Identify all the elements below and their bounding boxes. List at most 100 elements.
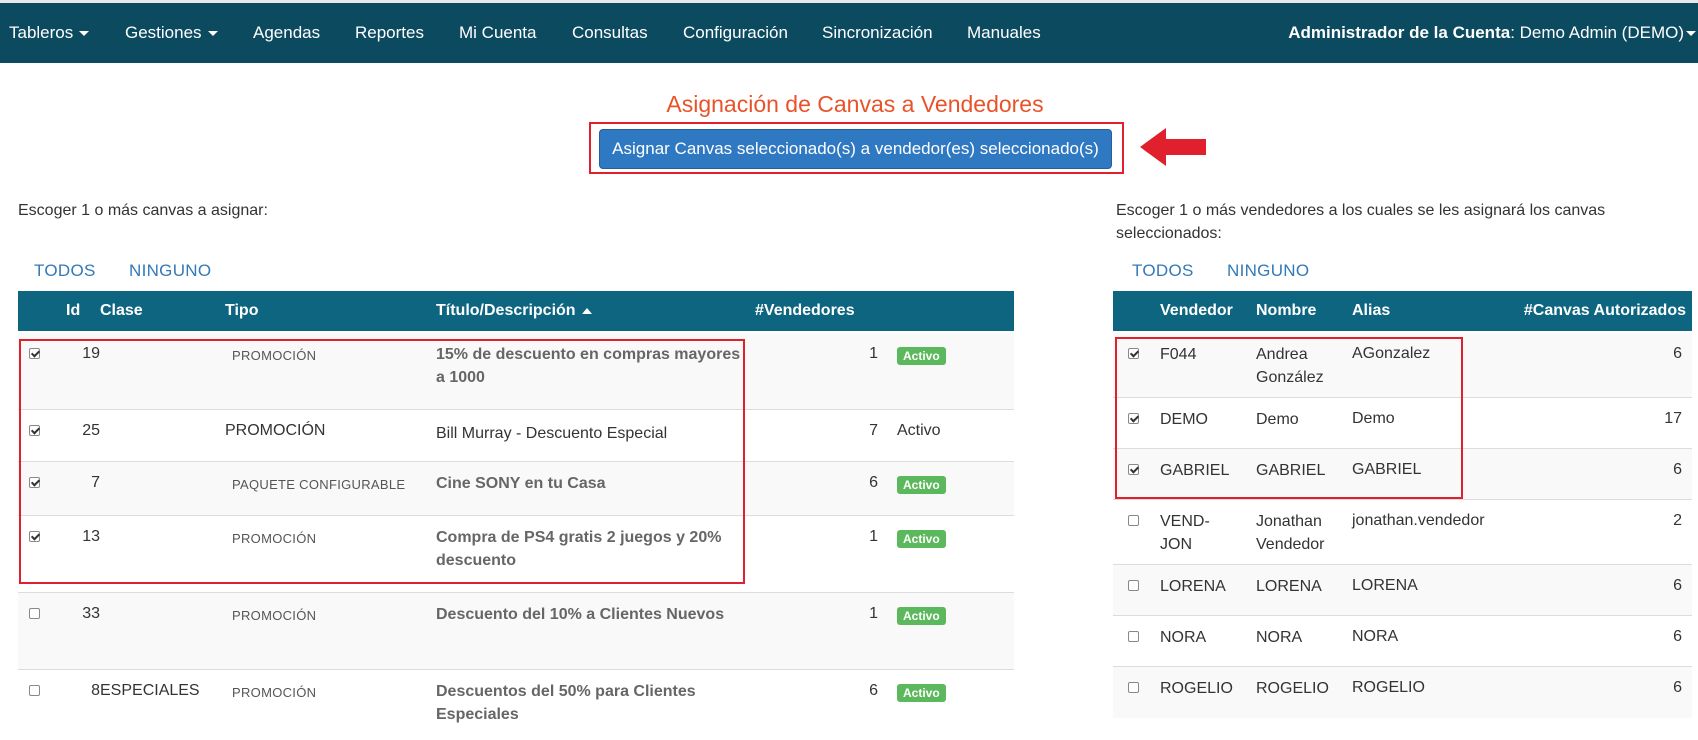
assign-canvas-button[interactable]: Asignar Canvas seleccionado(s) a vendedo… [599, 129, 1112, 169]
col-nombre[interactable]: Nombre [1256, 302, 1316, 320]
chevron-down-icon [1686, 31, 1696, 37]
nav-tableros[interactable]: Tableros [9, 23, 90, 43]
table-row[interactable]: 7 PAQUETE CONFIGURABLE Cine SONY en tu C… [18, 462, 1014, 516]
row-checkbox[interactable] [29, 477, 40, 488]
status-badge: Activo [897, 347, 946, 365]
col-id[interactable]: Id [66, 302, 80, 320]
canvas-vendedores-count: 7 [869, 422, 878, 439]
nav-gestiones[interactable]: Gestiones [125, 23, 218, 43]
vendor-name: Demo [1256, 411, 1299, 428]
table-row[interactable]: NORA NORA NORA 6 [1113, 616, 1692, 667]
nav-configuracion[interactable]: Configuración [683, 23, 788, 43]
vendor-alias: GABRIEL [1352, 461, 1422, 478]
canvas-vendedores-count: 6 [869, 682, 878, 699]
row-checkbox[interactable] [1128, 631, 1139, 642]
table-row[interactable]: LORENA LORENA LORENA 6 [1113, 565, 1692, 616]
canvas-id: 19 [82, 345, 100, 362]
col-titulo[interactable]: Título/Descripción [436, 302, 592, 320]
vendor-canvas-count: 6 [1673, 345, 1682, 362]
canvas-tipo: PROMOCIÓN [225, 422, 326, 439]
row-checkbox[interactable] [29, 685, 40, 696]
nav-reportes[interactable]: Reportes [355, 23, 424, 43]
vendor-alias: NORA [1352, 628, 1399, 645]
canvas-vendedores-count: 6 [869, 474, 878, 491]
canvas-select-all[interactable]: TODOS [34, 261, 96, 281]
table-row[interactable]: 19 PROMOCIÓN 15% de descuento en compras… [18, 333, 1014, 410]
col-tipo[interactable]: Tipo [225, 302, 258, 320]
canvas-select-none[interactable]: NINGUNO [129, 261, 211, 281]
canvas-titulo: Bill Murray - Descuento Especial [436, 425, 668, 442]
vendor-name: LORENA [1256, 578, 1322, 595]
nav-consultas[interactable]: Consultas [572, 23, 648, 43]
status-badge: Activo [897, 530, 946, 548]
col-alias[interactable]: Alias [1352, 302, 1390, 320]
nav-mi-cuenta[interactable]: Mi Cuenta [459, 23, 536, 43]
vendor-canvas-count: 6 [1673, 577, 1682, 594]
row-checkbox[interactable] [1128, 348, 1139, 359]
table-row[interactable]: 33 PROMOCIÓN Descuento del 10% a Cliente… [18, 593, 1014, 670]
row-checkbox[interactable] [29, 425, 40, 436]
vendor-code: VEND-JON [1160, 513, 1210, 553]
table-row[interactable]: 25 PROMOCIÓN Bill Murray - Descuento Esp… [18, 410, 1014, 462]
status-badge: Activo [897, 684, 946, 702]
canvas-tipo: PROMOCIÓN [232, 608, 317, 623]
row-checkbox[interactable] [1128, 580, 1139, 591]
nav-label: Tableros [9, 23, 74, 42]
canvas-titulo: 15% de descuento en compras mayores a 10… [436, 346, 741, 386]
vendor-canvas-count: 6 [1673, 628, 1682, 645]
chevron-down-icon [79, 31, 90, 37]
account-menu[interactable]: Administrador de la Cuenta: Demo Admin (… [1288, 23, 1696, 43]
canvas-id: 25 [82, 422, 100, 439]
table-row[interactable]: VEND-JON Jonathan Vendedor jonathan.vend… [1113, 500, 1692, 565]
col-clase[interactable]: Clase [100, 302, 143, 320]
canvas-id: 13 [82, 528, 100, 545]
vendor-alias: ROGELIO [1352, 679, 1425, 696]
row-checkbox[interactable] [1128, 413, 1139, 424]
row-checkbox[interactable] [1128, 682, 1139, 693]
canvas-titulo: Cine SONY en tu Casa [436, 475, 606, 492]
table-row[interactable]: 13 PROMOCIÓN Compra de PS4 gratis 2 jueg… [18, 516, 1014, 593]
vendor-alias: AGonzalez [1352, 345, 1431, 362]
chevron-down-icon [207, 31, 218, 37]
table-row[interactable]: DEMO Demo Demo 17 [1113, 398, 1692, 449]
col-vendedor[interactable]: Vendedor [1160, 302, 1233, 320]
col-canvas-autorizados[interactable]: #Canvas Autorizados [1524, 302, 1686, 320]
canvas-vendedores-count: 1 [869, 528, 878, 545]
vendor-name: Jonathan Vendedor [1256, 513, 1325, 553]
vendor-name: ROGELIO [1256, 680, 1329, 697]
row-checkbox[interactable] [1128, 464, 1139, 475]
row-checkbox[interactable] [29, 531, 40, 542]
vendor-code: LORENA [1160, 578, 1226, 595]
vendor-alias: jonathan.vendedor [1352, 512, 1485, 529]
vendor-alias: LORENA [1352, 577, 1418, 594]
canvas-table-header: Id Clase Tipo Título/Descripción #Vended… [18, 291, 1014, 331]
nav-label: Gestiones [125, 23, 202, 42]
vendor-name: GABRIEL [1256, 462, 1326, 479]
canvas-vendedores-count: 1 [869, 345, 878, 362]
table-row[interactable]: 8 ESPECIALES PROMOCIÓN Descuentos del 50… [18, 670, 1014, 740]
col-vendedores[interactable]: #Vendedores [755, 302, 855, 320]
vendor-select-all[interactable]: TODOS [1132, 261, 1194, 281]
nav-manuales[interactable]: Manuales [967, 23, 1041, 43]
canvas-titulo: Descuentos del 50% para Clientes Especia… [436, 683, 696, 723]
canvas-clase: ESPECIALES [100, 682, 200, 699]
table-row[interactable]: GABRIEL GABRIEL GABRIEL 6 [1113, 449, 1692, 500]
row-checkbox[interactable] [29, 348, 40, 359]
nav-sincronizacion[interactable]: Sincronización [822, 23, 933, 43]
nav-agendas[interactable]: Agendas [253, 23, 320, 43]
table-row[interactable]: ROGELIO ROGELIO ROGELIO 6 [1113, 667, 1692, 718]
vendor-canvas-count: 6 [1673, 679, 1682, 696]
row-checkbox[interactable] [29, 608, 40, 619]
vendor-code: DEMO [1160, 411, 1208, 428]
vendor-code: GABRIEL [1160, 462, 1230, 479]
row-checkbox[interactable] [1128, 515, 1139, 526]
account-value: : Demo Admin (DEMO) [1510, 23, 1684, 42]
table-row[interactable]: F044 Andrea González AGonzalez 6 [1113, 333, 1692, 398]
canvas-id: 8 [91, 682, 100, 699]
vendor-code: ROGELIO [1160, 680, 1233, 697]
vendor-select-none[interactable]: NINGUNO [1227, 261, 1309, 281]
vendor-alias: Demo [1352, 410, 1395, 427]
vendor-canvas-count: 6 [1673, 461, 1682, 478]
canvas-vendedores-count: 1 [869, 605, 878, 622]
vendor-code: F044 [1160, 346, 1197, 363]
